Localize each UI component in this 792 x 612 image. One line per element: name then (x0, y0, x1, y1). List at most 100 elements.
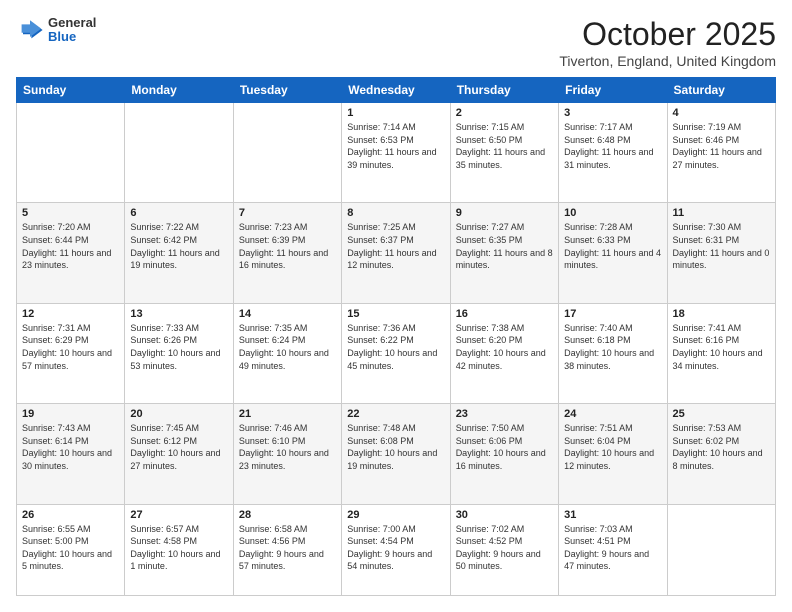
table-row: 19 Sunrise: 7:43 AM Sunset: 6:14 PM Dayli… (17, 404, 125, 504)
day-number: 8 (347, 207, 444, 219)
cell-content: Sunrise: 7:40 AM Sunset: 6:18 PM Dayligh… (564, 322, 661, 372)
table-row (233, 103, 341, 203)
cell-content: Sunrise: 7:00 AM Sunset: 4:54 PM Dayligh… (347, 523, 444, 573)
cell-content: Sunrise: 6:58 AM Sunset: 4:56 PM Dayligh… (239, 523, 336, 573)
table-row: 8 Sunrise: 7:25 AM Sunset: 6:37 PM Daylig… (342, 203, 450, 303)
cell-content: Sunrise: 7:19 AM Sunset: 6:46 PM Dayligh… (673, 121, 770, 171)
day-number: 12 (22, 308, 119, 320)
day-number: 27 (130, 509, 227, 521)
table-row: 16 Sunrise: 7:38 AM Sunset: 6:20 PM Dayli… (450, 303, 558, 403)
calendar-header-row: Sunday Monday Tuesday Wednesday Thursday… (17, 78, 776, 103)
month-title: October 2025 (559, 16, 776, 53)
day-number: 20 (130, 408, 227, 420)
table-row: 14 Sunrise: 7:35 AM Sunset: 6:24 PM Dayli… (233, 303, 341, 403)
cell-content: Sunrise: 7:53 AM Sunset: 6:02 PM Dayligh… (673, 422, 770, 472)
header: General Blue October 2025 Tiverton, Engl… (16, 16, 776, 69)
logo-text: General Blue (48, 16, 96, 45)
table-row: 24 Sunrise: 7:51 AM Sunset: 6:04 PM Dayli… (559, 404, 667, 504)
table-row: 2 Sunrise: 7:15 AM Sunset: 6:50 PM Daylig… (450, 103, 558, 203)
day-number: 15 (347, 308, 444, 320)
cell-content: Sunrise: 7:38 AM Sunset: 6:20 PM Dayligh… (456, 322, 553, 372)
day-number: 28 (239, 509, 336, 521)
cell-content: Sunrise: 7:36 AM Sunset: 6:22 PM Dayligh… (347, 322, 444, 372)
cell-content: Sunrise: 7:25 AM Sunset: 6:37 PM Dayligh… (347, 221, 444, 271)
day-number: 17 (564, 308, 661, 320)
header-monday: Monday (125, 78, 233, 103)
calendar-week-row: 1 Sunrise: 7:14 AM Sunset: 6:53 PM Daylig… (17, 103, 776, 203)
calendar-week-row: 5 Sunrise: 7:20 AM Sunset: 6:44 PM Daylig… (17, 203, 776, 303)
table-row (125, 103, 233, 203)
table-row: 28 Sunrise: 6:58 AM Sunset: 4:56 PM Dayli… (233, 504, 341, 595)
cell-content: Sunrise: 7:22 AM Sunset: 6:42 PM Dayligh… (130, 221, 227, 271)
cell-content: Sunrise: 7:15 AM Sunset: 6:50 PM Dayligh… (456, 121, 553, 171)
table-row (17, 103, 125, 203)
logo-blue-text: Blue (48, 30, 96, 44)
day-number: 24 (564, 408, 661, 420)
day-number: 29 (347, 509, 444, 521)
table-row: 20Sunrise: 7:45 AM Sunset: 6:12 PM Dayli… (125, 404, 233, 504)
cell-content: Sunrise: 7:20 AM Sunset: 6:44 PM Dayligh… (22, 221, 119, 271)
logo: General Blue (16, 16, 96, 45)
table-row: 12 Sunrise: 7:31 AM Sunset: 6:29 PM Dayli… (17, 303, 125, 403)
header-thursday: Thursday (450, 78, 558, 103)
page: General Blue October 2025 Tiverton, Engl… (0, 0, 792, 612)
table-row: 22Sunrise: 7:48 AM Sunset: 6:08 PM Dayli… (342, 404, 450, 504)
table-row: 6 Sunrise: 7:22 AM Sunset: 6:42 PM Daylig… (125, 203, 233, 303)
table-row: 18Sunrise: 7:41 AM Sunset: 6:16 PM Dayli… (667, 303, 775, 403)
cell-content: Sunrise: 7:50 AM Sunset: 6:06 PM Dayligh… (456, 422, 553, 472)
table-row: 25Sunrise: 7:53 AM Sunset: 6:02 PM Dayli… (667, 404, 775, 504)
day-number: 30 (456, 509, 553, 521)
table-row: 1 Sunrise: 7:14 AM Sunset: 6:53 PM Daylig… (342, 103, 450, 203)
day-number: 7 (239, 207, 336, 219)
header-wednesday: Wednesday (342, 78, 450, 103)
cell-content: Sunrise: 7:14 AM Sunset: 6:53 PM Dayligh… (347, 121, 444, 171)
table-row: 26Sunrise: 6:55 AM Sunset: 5:00 PM Dayli… (17, 504, 125, 595)
table-row: 11Sunrise: 7:30 AM Sunset: 6:31 PM Dayli… (667, 203, 775, 303)
table-row: 13 Sunrise: 7:33 AM Sunset: 6:26 PM Dayli… (125, 303, 233, 403)
table-row: 29 Sunrise: 7:00 AM Sunset: 4:54 PM Dayli… (342, 504, 450, 595)
day-number: 23 (456, 408, 553, 420)
day-number: 22 (347, 408, 444, 420)
cell-content: Sunrise: 7:31 AM Sunset: 6:29 PM Dayligh… (22, 322, 119, 372)
day-number: 6 (130, 207, 227, 219)
day-number: 1 (347, 107, 444, 119)
calendar-week-row: 19 Sunrise: 7:43 AM Sunset: 6:14 PM Dayli… (17, 404, 776, 504)
table-row: 23 Sunrise: 7:50 AM Sunset: 6:06 PM Dayli… (450, 404, 558, 504)
day-number: 31 (564, 509, 661, 521)
cell-content: Sunrise: 7:28 AM Sunset: 6:33 PM Dayligh… (564, 221, 661, 271)
table-row: 5 Sunrise: 7:20 AM Sunset: 6:44 PM Daylig… (17, 203, 125, 303)
cell-content: Sunrise: 6:57 AM Sunset: 4:58 PM Dayligh… (130, 523, 227, 573)
day-number: 5 (22, 207, 119, 219)
cell-content: Sunrise: 7:43 AM Sunset: 6:14 PM Dayligh… (22, 422, 119, 472)
table-row: 7Sunrise: 7:23 AM Sunset: 6:39 PM Daylig… (233, 203, 341, 303)
table-row: 30 Sunrise: 7:02 AM Sunset: 4:52 PM Dayli… (450, 504, 558, 595)
table-row: 3Sunrise: 7:17 AM Sunset: 6:48 PM Daylig… (559, 103, 667, 203)
day-number: 2 (456, 107, 553, 119)
day-number: 4 (673, 107, 770, 119)
header-sunday: Sunday (17, 78, 125, 103)
day-number: 19 (22, 408, 119, 420)
day-number: 26 (22, 509, 119, 521)
day-number: 21 (239, 408, 336, 420)
cell-content: Sunrise: 7:30 AM Sunset: 6:31 PM Dayligh… (673, 221, 770, 271)
calendar-week-row: 26Sunrise: 6:55 AM Sunset: 5:00 PM Dayli… (17, 504, 776, 595)
logo-icon (16, 16, 44, 44)
cell-content: Sunrise: 7:33 AM Sunset: 6:26 PM Dayligh… (130, 322, 227, 372)
day-number: 9 (456, 207, 553, 219)
cell-content: Sunrise: 7:27 AM Sunset: 6:35 PM Dayligh… (456, 221, 553, 271)
cell-content: Sunrise: 7:35 AM Sunset: 6:24 PM Dayligh… (239, 322, 336, 372)
day-number: 16 (456, 308, 553, 320)
cell-content: Sunrise: 7:03 AM Sunset: 4:51 PM Dayligh… (564, 523, 661, 573)
header-tuesday: Tuesday (233, 78, 341, 103)
day-number: 13 (130, 308, 227, 320)
day-number: 18 (673, 308, 770, 320)
table-row: 17 Sunrise: 7:40 AM Sunset: 6:18 PM Dayli… (559, 303, 667, 403)
table-row: 15 Sunrise: 7:36 AM Sunset: 6:22 PM Dayli… (342, 303, 450, 403)
header-friday: Friday (559, 78, 667, 103)
cell-content: Sunrise: 7:02 AM Sunset: 4:52 PM Dayligh… (456, 523, 553, 573)
cell-content: Sunrise: 7:46 AM Sunset: 6:10 PM Dayligh… (239, 422, 336, 472)
cell-content: Sunrise: 7:51 AM Sunset: 6:04 PM Dayligh… (564, 422, 661, 472)
table-row: 27 Sunrise: 6:57 AM Sunset: 4:58 PM Dayli… (125, 504, 233, 595)
table-row: 31 Sunrise: 7:03 AM Sunset: 4:51 PM Dayli… (559, 504, 667, 595)
day-number: 14 (239, 308, 336, 320)
